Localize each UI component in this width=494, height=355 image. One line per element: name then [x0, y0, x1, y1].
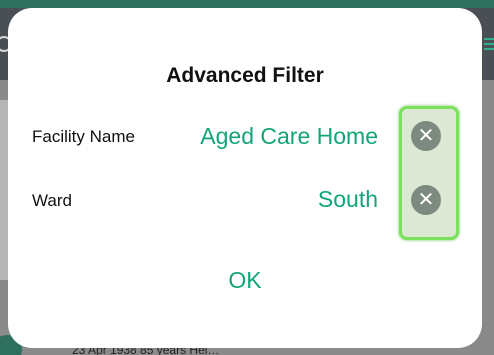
filter-icon	[484, 38, 494, 53]
clear-ward-button[interactable]: ✕	[411, 185, 441, 215]
ward-value[interactable]: South	[318, 186, 378, 213]
background-top-bar	[0, 0, 494, 8]
facility-name-label: Facility Name	[32, 127, 135, 146]
advanced-filter-dialog: Advanced Filter Facility Name Aged Care …	[8, 8, 482, 348]
ward-label: Ward	[32, 191, 72, 210]
ok-button[interactable]: OK	[205, 262, 285, 298]
clear-facility-name-button[interactable]: ✕	[411, 121, 441, 151]
dialog-title: Advanced Filter	[166, 64, 324, 87]
close-icon: ✕	[417, 125, 435, 147]
close-icon: ✕	[417, 189, 435, 211]
facility-name-value[interactable]: Aged Care Home	[200, 123, 378, 150]
